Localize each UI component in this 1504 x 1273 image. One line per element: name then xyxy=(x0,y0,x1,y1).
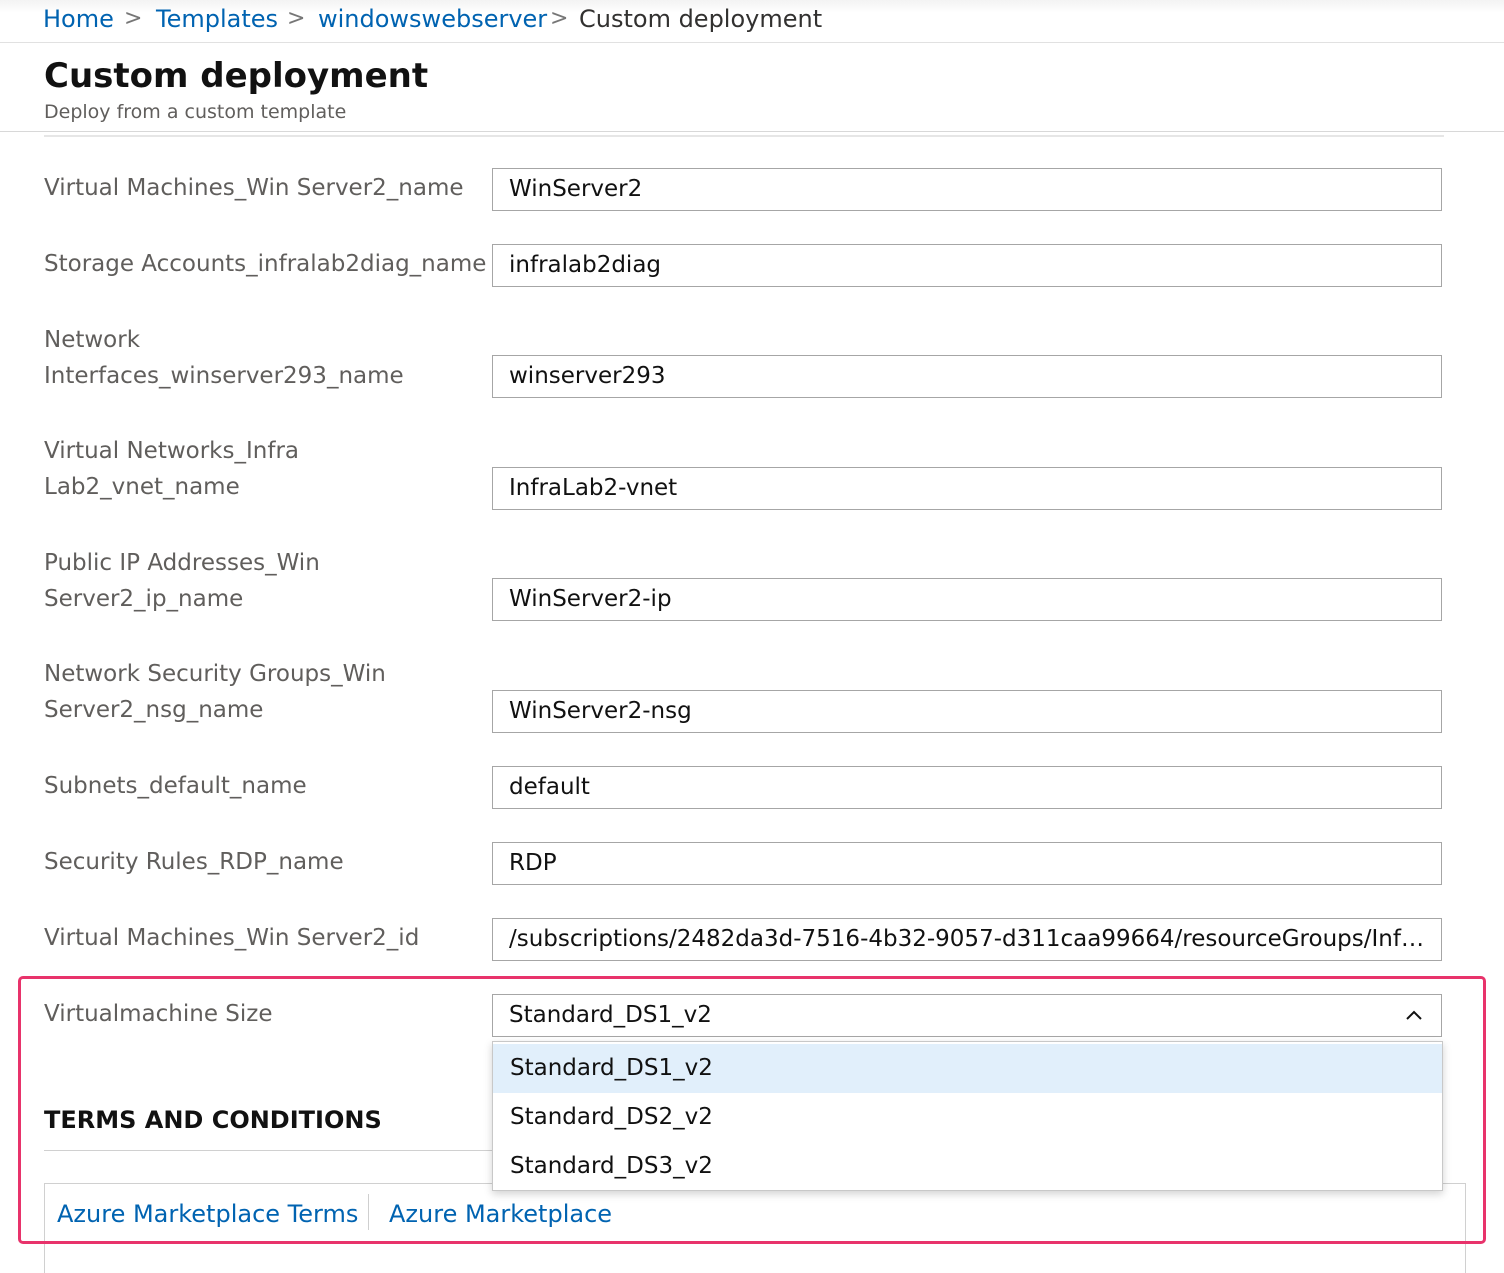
terms-heading: TERMS AND CONDITIONS xyxy=(44,1106,382,1134)
vm-size-option-ds3[interactable]: Standard_DS3_v2 xyxy=(493,1142,1442,1191)
tab-azure-marketplace[interactable]: Azure Marketplace xyxy=(389,1196,612,1232)
label-line: Network xyxy=(44,327,141,353)
vm-id-input[interactable]: /subscriptions/2482da3d-7516-4b32-9057-d… xyxy=(492,918,1442,961)
page-title: Custom deployment xyxy=(44,56,429,96)
breadcrumb: Home > Templates > windowswebserver > Cu… xyxy=(0,0,1504,43)
breadcrumb-home-link[interactable]: Home xyxy=(43,4,114,34)
terms-divider xyxy=(44,1150,494,1151)
subnet-input[interactable]: default xyxy=(492,766,1442,809)
label-line: Network Security Groups_Win xyxy=(44,661,386,687)
chevron-right-icon: > xyxy=(550,6,569,31)
label-line: Server2_nsg_name xyxy=(44,697,264,723)
tab-azure-marketplace-terms[interactable]: Azure Marketplace Terms xyxy=(57,1196,358,1232)
label-line: Server2_ip_name xyxy=(44,586,244,612)
label-line: Lab2_vnet_name xyxy=(44,474,240,500)
label-line: Public IP Addresses_Win xyxy=(44,550,320,576)
param-label-vm-size: Virtualmachine Size xyxy=(44,1001,273,1027)
tab-divider xyxy=(368,1194,369,1230)
virtual-network-input[interactable]: InfraLab2-vnet xyxy=(492,467,1442,510)
param-label-public-ip: Public IP Addresses_Win Server2_ip_name xyxy=(44,545,489,617)
param-label-storage-account: Storage Accounts_infralab2diag_name xyxy=(44,251,487,277)
param-label-virtual-network: Virtual Networks_Infra Lab2_vnet_name xyxy=(44,433,489,505)
param-label-vm-id: Virtual Machines_Win Server2_id xyxy=(44,925,420,951)
vm-size-select[interactable]: Standard_DS1_v2 xyxy=(492,994,1442,1037)
breadcrumb-template-link[interactable]: windowswebserver xyxy=(318,4,547,34)
param-label-network-interface: Network Interfaces_winserver293_name xyxy=(44,322,489,394)
vm-size-dropdown: Standard_DS1_v2 Standard_DS2_v2 Standard… xyxy=(492,1041,1443,1191)
param-label-subnet: Subnets_default_name xyxy=(44,773,307,799)
vm-size-selected-value: Standard_DS1_v2 xyxy=(509,1002,712,1028)
section-divider xyxy=(44,135,1444,137)
network-interface-input[interactable]: winserver293 xyxy=(492,355,1442,398)
nsg-input[interactable]: WinServer2-nsg xyxy=(492,690,1442,733)
breadcrumb-current: Custom deployment xyxy=(579,5,823,33)
param-label-security-rule: Security Rules_RDP_name xyxy=(44,849,344,875)
vm-size-option-ds2[interactable]: Standard_DS2_v2 xyxy=(493,1093,1442,1142)
chevron-right-icon: > xyxy=(124,6,143,31)
header-divider xyxy=(0,131,1504,132)
vm-size-option-ds1[interactable]: Standard_DS1_v2 xyxy=(493,1044,1442,1093)
chevron-up-icon[interactable] xyxy=(1405,1006,1423,1024)
public-ip-input[interactable]: WinServer2-ip xyxy=(492,578,1442,621)
param-label-vm-name: Virtual Machines_Win Server2_name xyxy=(44,175,464,201)
breadcrumb-templates-link[interactable]: Templates xyxy=(156,4,278,34)
vm-name-input[interactable]: WinServer2 xyxy=(492,168,1442,211)
param-label-nsg: Network Security Groups_Win Server2_nsg_… xyxy=(44,656,489,728)
page-subtitle: Deploy from a custom template xyxy=(44,101,347,123)
chevron-right-icon: > xyxy=(287,6,306,31)
label-line: Interfaces_winserver293_name xyxy=(44,363,404,389)
label-line: Virtual Networks_Infra xyxy=(44,438,299,464)
security-rule-input[interactable]: RDP xyxy=(492,842,1442,885)
storage-account-input[interactable]: infralab2diag xyxy=(492,244,1442,287)
